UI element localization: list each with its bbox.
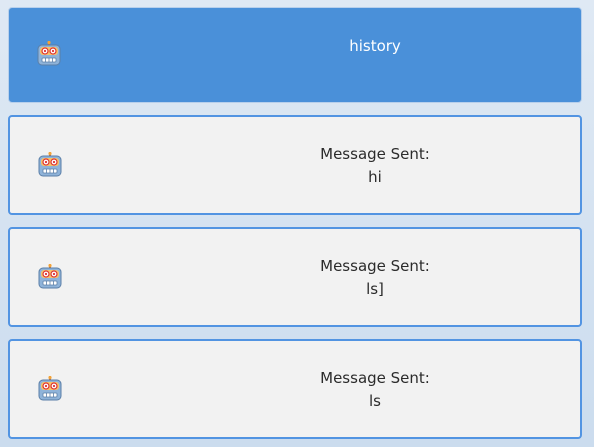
history-title: history <box>349 37 401 55</box>
message-item[interactable]: Message Sent: hi <box>8 115 582 215</box>
message-label: Message Sent: <box>320 145 430 163</box>
robot-icon <box>38 152 62 178</box>
history-header[interactable]: history <box>8 7 582 103</box>
robot-icon <box>37 41 61 67</box>
robot-icon <box>38 264 62 290</box>
message-content: Message Sent: hi <box>170 143 580 189</box>
message-text: ls] <box>366 280 384 298</box>
message-content: Message Sent: ls] <box>170 255 580 301</box>
robot-icon <box>38 376 62 402</box>
message-label: Message Sent: <box>320 369 430 387</box>
message-text: ls <box>369 392 381 410</box>
message-item[interactable]: Message Sent: ls] <box>8 227 582 327</box>
message-item[interactable]: Message Sent: ls <box>8 339 582 439</box>
message-label: Message Sent: <box>320 257 430 275</box>
message-text: hi <box>368 168 382 186</box>
message-content: Message Sent: ls <box>170 367 580 413</box>
